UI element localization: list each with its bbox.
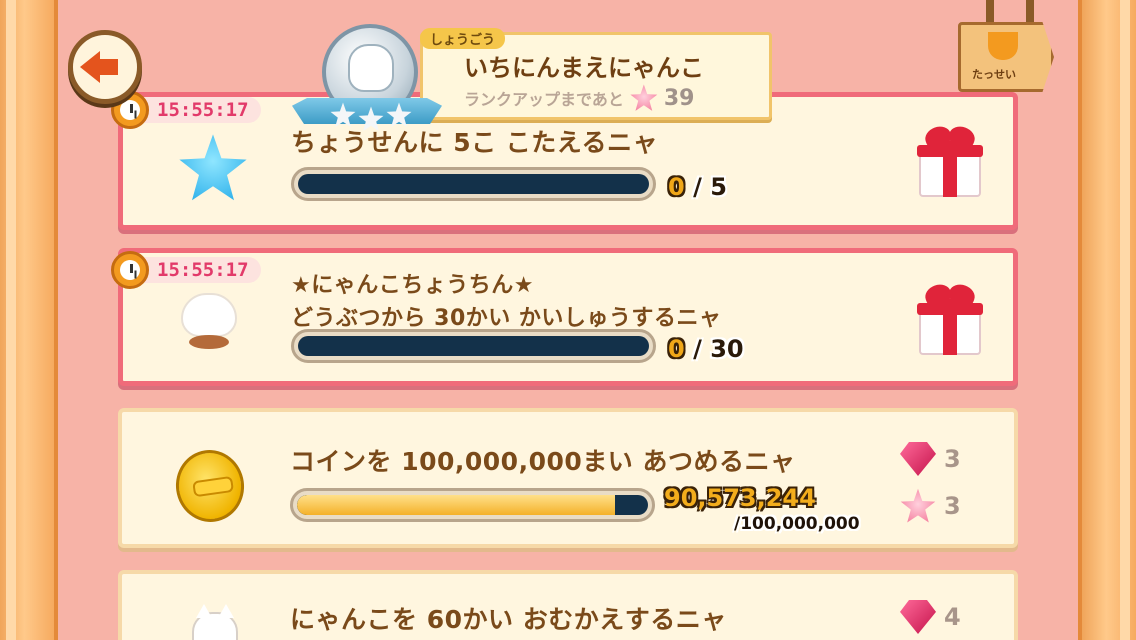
trophy-icon [988, 32, 1018, 60]
gem-icon [900, 442, 936, 476]
rankup-text: ランクアップまであと [464, 90, 624, 109]
left-frame [0, 0, 58, 640]
right-frame [1078, 0, 1136, 640]
timer-text: 15:55:17 [141, 97, 261, 123]
quest-card[interactable]: 15:55:17 ★にゃんこちょうちん★ どうぶつから 30かい かいしゅうする… [111, 248, 1018, 386]
rank-medal-icon [292, 24, 442, 142]
cat-icon [192, 604, 238, 640]
quest-title-line1: ★にゃんこちょうちん★ [291, 273, 534, 298]
progress-total: /100,000,000 [734, 514, 860, 534]
quest-card[interactable]: コインを 100,000,000まい あつめるニャ 90,573,244 /10… [118, 408, 1018, 548]
rankup-info: ランクアップまであと 39 [464, 84, 694, 112]
progress-bar [291, 167, 656, 201]
quest-title: コインを 100,000,000まい あつめるニャ [290, 447, 796, 476]
back-button[interactable] [68, 30, 142, 104]
reward-gems: 3 [900, 442, 961, 476]
blue-star-icon [179, 134, 247, 201]
achievements-button[interactable]: たっせい [958, 0, 1062, 98]
achievements-label: たっせい [972, 68, 1016, 81]
coin-icon [171, 445, 249, 527]
clock-icon [111, 251, 149, 289]
quest-card[interactable]: にゃんこを 60かい おむかえするニャ 4 [118, 570, 1018, 640]
nyanko-lantern-icon [175, 285, 243, 353]
gift-icon[interactable] [915, 123, 985, 199]
title-tag: しょうごう [420, 28, 506, 49]
progress-count: 0 / 5 [668, 173, 727, 201]
quest-timer: 15:55:17 [111, 91, 261, 129]
gift-icon[interactable] [915, 281, 985, 357]
progress-current: 90,573,244 [664, 484, 816, 512]
reward-amount: 3 [944, 445, 961, 473]
quest-title: ★にゃんこちょうちん★ どうぶつから 30かい かいしゅうするニャ [291, 269, 721, 335]
timer-text: 15:55:17 [141, 257, 261, 283]
progress-bar [290, 488, 655, 522]
title-name: いちにんまえにゃんこ [464, 54, 704, 82]
gem-icon [900, 600, 936, 634]
reward-amount: 3 [944, 492, 961, 520]
rankup-count: 39 [663, 85, 695, 111]
reward-amount: 4 [944, 603, 961, 631]
progress-fill [297, 495, 615, 515]
quest-timer: 15:55:17 [111, 251, 261, 289]
pink-star-icon [900, 488, 936, 523]
progress-bar [291, 329, 656, 363]
progress-count: 0 / 30 [668, 335, 744, 363]
pink-star-icon [630, 84, 658, 111]
quest-title: にゃんこを 60かい おむかえするニャ [290, 605, 727, 634]
reward-gems: 4 [900, 600, 961, 634]
back-arrow-icon [80, 51, 100, 83]
reward-stars: 3 [900, 488, 961, 524]
